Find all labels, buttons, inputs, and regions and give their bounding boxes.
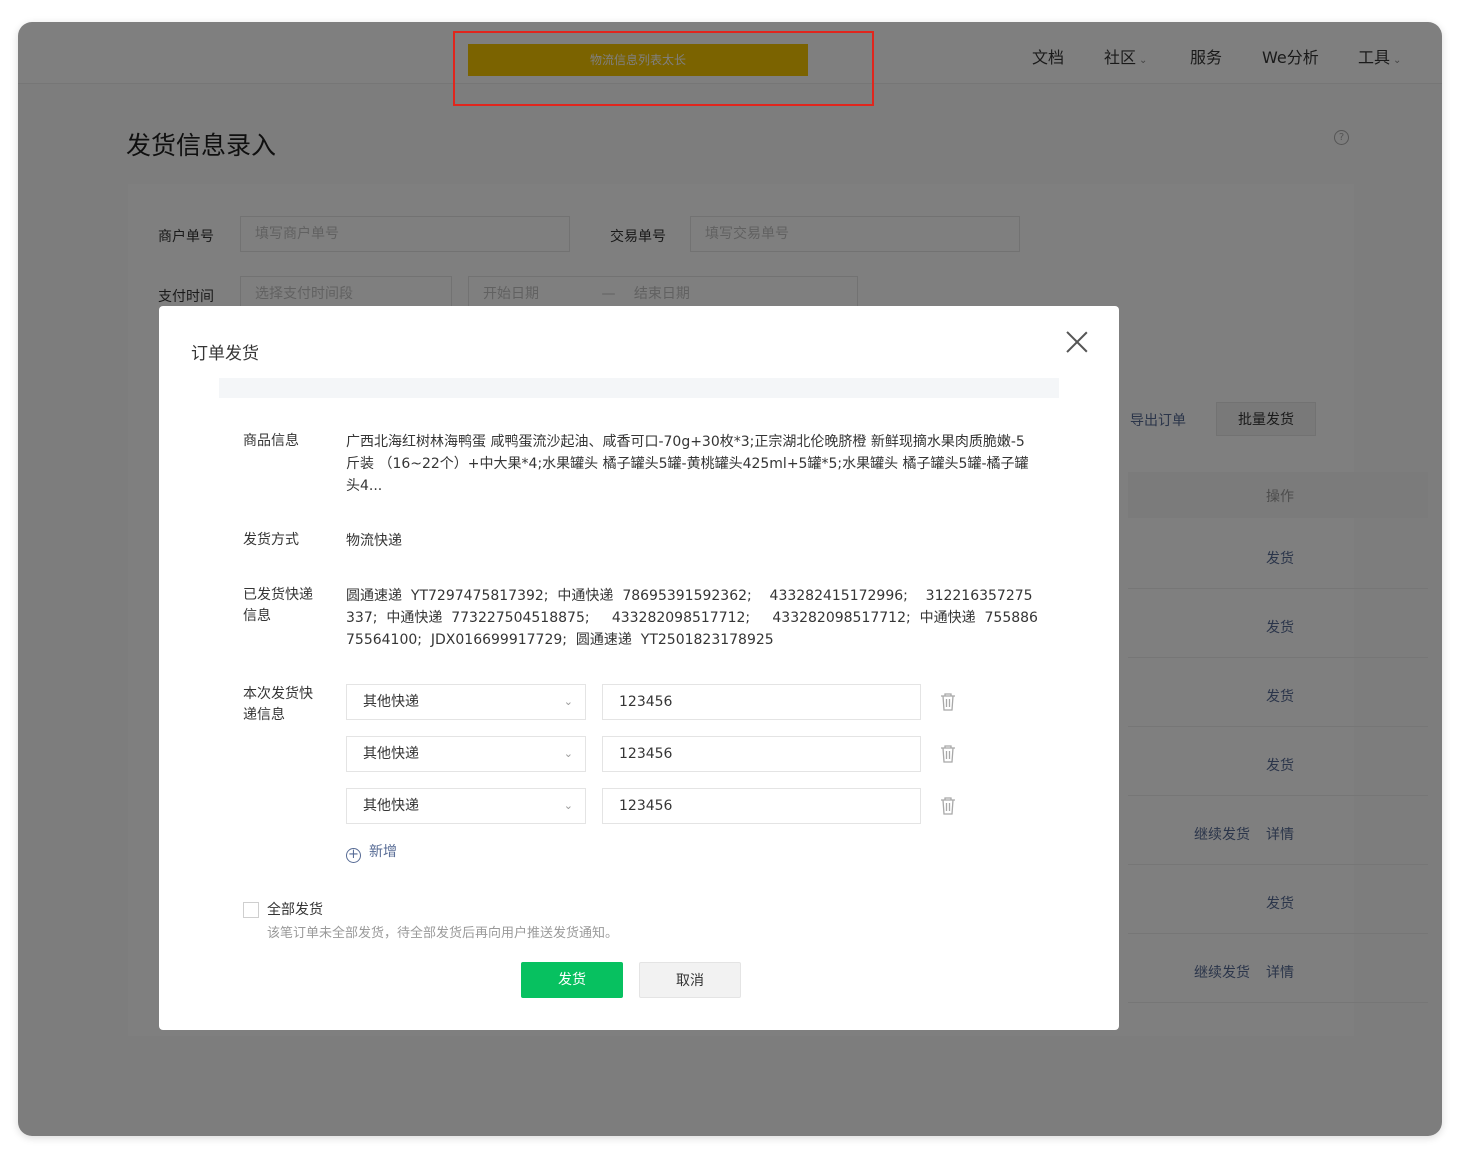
carrier-select[interactable]: 其他快递 ⌄: [346, 736, 586, 772]
cancel-button[interactable]: 取消: [639, 962, 741, 998]
add-entry-label: 新增: [369, 844, 397, 860]
chevron-down-icon: ⌄: [563, 747, 573, 760]
shipped-value: 圆通速递 YT7297475817392; 中通快递 7869539159236…: [346, 588, 1038, 648]
current-shipment-label: 本次发货快递信息: [243, 686, 313, 723]
ship-all-hint: 该笔订单未全部发货，待全部发货后再向用户推送发货通知。: [267, 926, 619, 941]
ship-all-checkbox[interactable]: [243, 902, 259, 918]
tracking-input[interactable]: 123456: [602, 684, 921, 720]
dialog-strip: [219, 378, 1059, 398]
ship-order-dialog: 订单发货 商品信息 广西北海红树林海鸭蛋 咸鸭蛋流沙起油、咸香可口-70g+30…: [159, 306, 1119, 1030]
goods-label: 商品信息: [243, 433, 299, 449]
close-icon[interactable]: [1065, 330, 1089, 354]
tracking-input[interactable]: 123456: [602, 788, 921, 824]
trash-icon[interactable]: [939, 692, 957, 712]
carrier-value: 其他快递: [363, 746, 419, 762]
chevron-down-icon: ⌄: [563, 799, 573, 812]
highlight-outline: [453, 31, 874, 106]
carrier-select[interactable]: 其他快递 ⌄: [346, 684, 586, 720]
carrier-value: 其他快递: [363, 798, 419, 814]
ship-all-label: 全部发货: [267, 902, 323, 918]
add-entry-button[interactable]: + 新增: [346, 841, 397, 863]
chevron-down-icon: ⌄: [563, 695, 573, 708]
method-label: 发货方式: [243, 532, 299, 548]
trash-icon[interactable]: [939, 744, 957, 764]
dialog-title: 订单发货: [191, 344, 259, 364]
trash-icon[interactable]: [939, 796, 957, 816]
confirm-ship-button[interactable]: 发货: [521, 962, 623, 998]
carrier-value: 其他快递: [363, 694, 419, 710]
tracking-input[interactable]: 123456: [602, 736, 921, 772]
plus-circle-icon: +: [346, 848, 361, 863]
shipped-label: 已发货快递信息: [243, 587, 313, 624]
carrier-select[interactable]: 其他快递 ⌄: [346, 788, 586, 824]
goods-value: 广西北海红树林海鸭蛋 咸鸭蛋流沙起油、咸香可口-70g+30枚*3;正宗湖北伦晚…: [346, 434, 1029, 494]
method-value: 物流快递: [346, 533, 402, 549]
